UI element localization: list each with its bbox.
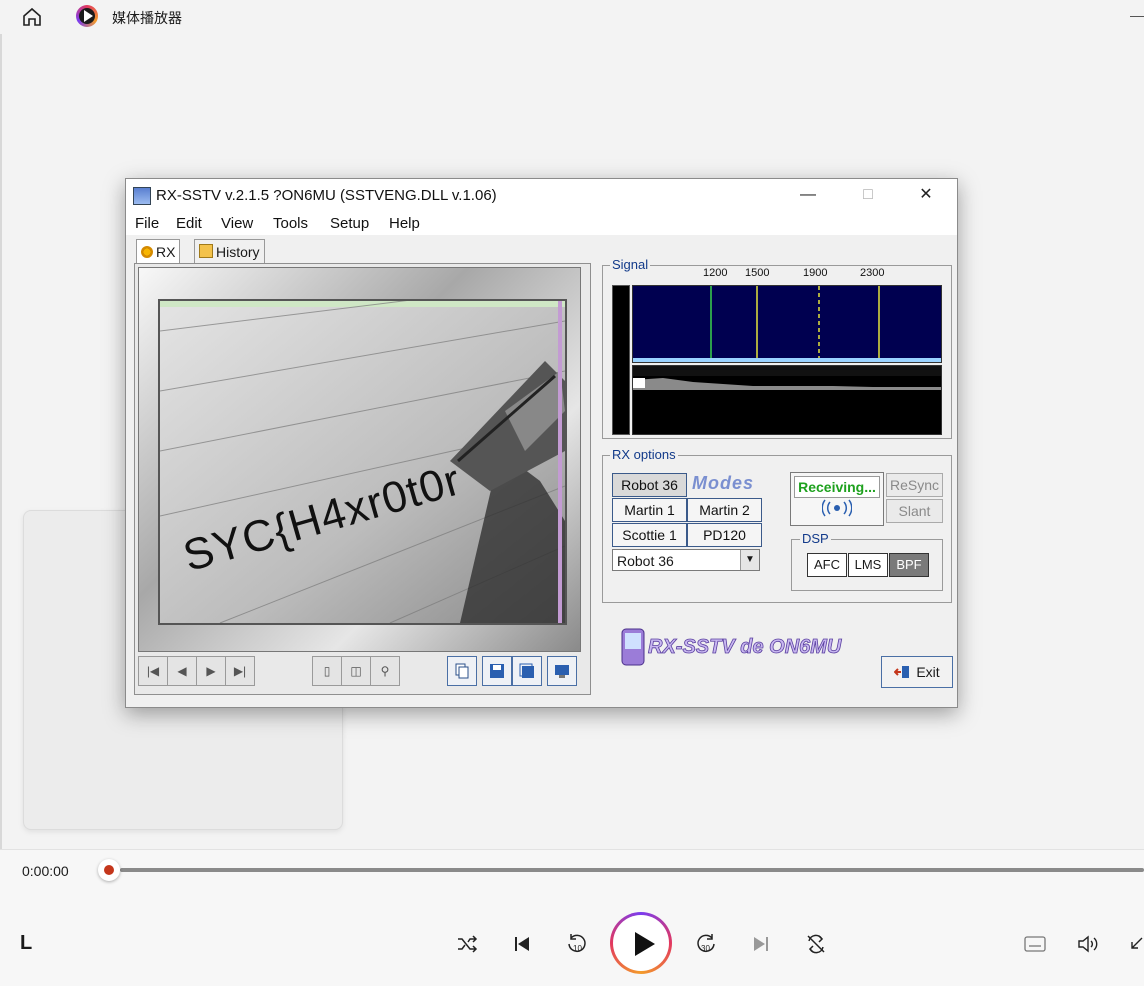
lms-button[interactable]: LMS bbox=[848, 553, 888, 577]
chevron-down-icon[interactable]: ▼ bbox=[740, 550, 759, 570]
copy-icon[interactable] bbox=[447, 656, 477, 686]
freq-2300: 2300 bbox=[860, 267, 885, 279]
home-icon[interactable] bbox=[20, 5, 44, 29]
signal-label: Signal bbox=[610, 257, 651, 272]
tab-history[interactable]: History bbox=[194, 239, 265, 264]
tab-rx-label: RX bbox=[156, 244, 176, 260]
previous-icon[interactable] bbox=[508, 930, 536, 958]
rxsstv-brand-logo: RX-SSTV de ON6MU bbox=[620, 623, 860, 669]
mode-dropdown-value: Robot 36 bbox=[617, 553, 674, 569]
last-image-button[interactable]: ▶| bbox=[225, 656, 255, 686]
captions-icon[interactable] bbox=[1021, 930, 1049, 958]
zoom-icon[interactable]: ⚲ bbox=[370, 656, 400, 686]
bpf-button[interactable]: BPF bbox=[889, 553, 929, 577]
minimize-button[interactable] bbox=[1130, 16, 1144, 17]
menu-setup[interactable]: Setup bbox=[330, 215, 369, 232]
menu-view[interactable]: View bbox=[221, 215, 253, 232]
freq-1900: 1900 bbox=[803, 267, 828, 279]
delete-icon[interactable]: ▯ bbox=[312, 656, 342, 686]
window-minimize-button[interactable]: — bbox=[798, 185, 818, 205]
signal-level-meter bbox=[612, 285, 630, 435]
exit-label: Exit bbox=[916, 664, 940, 680]
volume-icon[interactable] bbox=[1075, 930, 1103, 958]
brand-text: RX-SSTV de ON6MU bbox=[648, 636, 842, 658]
shuffle-icon[interactable] bbox=[453, 930, 481, 958]
elapsed-time: 0:00:00 bbox=[22, 863, 69, 879]
slant-button[interactable]: Slant bbox=[886, 499, 943, 523]
receiving-status: Receiving... bbox=[794, 476, 880, 498]
afc-button[interactable]: AFC bbox=[807, 553, 847, 577]
spectrum-display bbox=[632, 285, 942, 363]
antenna-icon bbox=[822, 499, 852, 517]
save-as-icon[interactable] bbox=[512, 656, 542, 686]
image-frame: SYC{H4xr0t0r bbox=[138, 267, 581, 652]
menu-edit[interactable]: Edit bbox=[176, 215, 202, 232]
app-title: 媒体播放器 bbox=[112, 10, 182, 26]
menubar: File Edit View Tools Setup Help bbox=[126, 211, 957, 235]
received-image-canvas bbox=[160, 301, 565, 623]
received-image[interactable]: SYC{H4xr0t0r bbox=[158, 299, 567, 625]
seek-bar[interactable] bbox=[120, 868, 1144, 872]
repeat-icon[interactable] bbox=[802, 930, 830, 958]
rxsstv-app-icon bbox=[133, 187, 151, 205]
player-titlebar: 媒体播放器 bbox=[0, 0, 1144, 34]
modes-logo: Modes bbox=[692, 473, 755, 493]
dsp-label: DSP bbox=[800, 531, 831, 546]
menu-help[interactable]: Help bbox=[389, 215, 420, 232]
previous-image-button[interactable]: ◀ bbox=[167, 656, 197, 686]
seek-thumb[interactable] bbox=[98, 859, 120, 881]
rxsstv-titlebar: RX-SSTV v.2.1.5 ?ON6MU (SSTVENG.DLL v.1.… bbox=[126, 179, 957, 211]
mode-pd120-button[interactable]: PD120 bbox=[687, 523, 762, 547]
rxsstv-window-title: RX-SSTV v.2.1.5 ?ON6MU (SSTVENG.DLL v.1.… bbox=[156, 187, 497, 204]
window-maximize-button[interactable]: □ bbox=[858, 185, 878, 205]
rxsstv-window: RX-SSTV v.2.1.5 ?ON6MU (SSTVENG.DLL v.1.… bbox=[125, 178, 958, 708]
window-close-button[interactable]: ✕ bbox=[916, 185, 936, 205]
freq-1200: 1200 bbox=[703, 267, 728, 279]
settings-icon[interactable] bbox=[547, 656, 577, 686]
save-icon[interactable] bbox=[482, 656, 512, 686]
rx-options-label: RX options bbox=[610, 447, 678, 462]
exit-icon bbox=[894, 666, 910, 678]
gear-icon bbox=[141, 246, 153, 258]
app-logo-play-icon bbox=[84, 10, 93, 22]
mode-robot36-button[interactable]: Robot 36 bbox=[612, 473, 687, 497]
mode-martin2-button[interactable]: Martin 2 bbox=[687, 498, 762, 522]
play-button[interactable] bbox=[610, 912, 672, 974]
waterfall-display bbox=[632, 365, 942, 435]
tab-rx[interactable]: RX bbox=[136, 239, 181, 264]
play-icon bbox=[635, 932, 655, 956]
tab-history-label: History bbox=[216, 244, 260, 260]
exit-button[interactable]: Exit bbox=[881, 656, 953, 688]
next-icon[interactable] bbox=[747, 930, 775, 958]
mode-scottie1-button[interactable]: Scottie 1 bbox=[612, 523, 687, 547]
rewind-10-icon[interactable]: 10 bbox=[563, 930, 591, 958]
svg-text:10: 10 bbox=[573, 944, 582, 953]
first-image-button[interactable]: |◀ bbox=[138, 656, 168, 686]
next-image-button[interactable]: ▶ bbox=[196, 656, 226, 686]
freq-1500: 1500 bbox=[745, 267, 770, 279]
forward-30-icon[interactable]: 30 bbox=[692, 930, 720, 958]
open-folder-icon[interactable]: ◫ bbox=[341, 656, 371, 686]
mode-dropdown[interactable]: Robot 36 ▼ bbox=[612, 549, 760, 571]
mode-martin1-button[interactable]: Martin 1 bbox=[612, 498, 687, 522]
menu-file[interactable]: File bbox=[135, 215, 159, 232]
svg-text:30: 30 bbox=[701, 944, 710, 953]
expand-icon[interactable] bbox=[1128, 930, 1144, 958]
resync-button[interactable]: ReSync bbox=[886, 473, 943, 497]
now-playing-title: L bbox=[20, 932, 33, 954]
menu-tools[interactable]: Tools bbox=[273, 215, 308, 232]
window-edge bbox=[0, 34, 2, 849]
folder-icon bbox=[199, 244, 213, 258]
